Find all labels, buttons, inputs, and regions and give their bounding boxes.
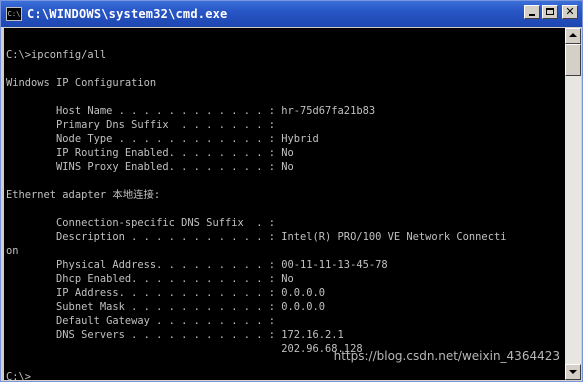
scroll-up-button[interactable] [565, 28, 581, 44]
title-bar[interactable]: C:\ C:\WINDOWS\system32\cmd.exe ✕ [1, 1, 582, 27]
window-title: C:\WINDOWS\system32\cmd.exe [27, 7, 228, 21]
console-line: Description . . . . . . . . . . . : Inte… [6, 231, 507, 243]
vertical-scrollbar[interactable] [565, 28, 581, 380]
console-line: on [6, 245, 19, 257]
console-line: IP Address. . . . . . . . . . . . : 0.0.… [6, 287, 326, 299]
maximize-icon [546, 8, 554, 15]
scrollbar-thumb[interactable] [565, 44, 581, 76]
console-line: DNS Servers . . . . . . . . . . . : 172.… [6, 329, 344, 341]
console-line: Default Gateway . . . . . . . . . : [6, 315, 275, 327]
close-button[interactable]: ✕ [562, 5, 578, 19]
console-line: Host Name . . . . . . . . . . . . : hr-7… [6, 105, 376, 117]
console-output[interactable]: C:\>ipconfig/all Windows IP Configuration… [4, 28, 565, 380]
console-line: Physical Address. . . . . . . . . : 00-1… [6, 259, 388, 271]
console-line: Primary Dns Suffix . . . . . . . : [6, 119, 275, 131]
console-line: Connection-specific DNS Suffix . : [6, 217, 275, 229]
window-controls: ✕ [524, 5, 578, 19]
console-line: Ethernet adapter 本地连接: [6, 189, 161, 201]
minimize-button[interactable] [524, 5, 540, 19]
cmd-icon[interactable]: C:\ [6, 7, 22, 21]
console-line: Subnet Mask . . . . . . . . . . . : 0.0.… [6, 301, 326, 313]
arrow-up-icon [569, 33, 577, 37]
console-line: Node Type . . . . . . . . . . . . : Hybr… [6, 133, 319, 145]
minimize-icon [529, 14, 535, 16]
console-line: Windows IP Configuration [6, 77, 157, 89]
console-line: Dhcp Enabled. . . . . . . . . . . : No [6, 273, 294, 285]
console-line: C:\> [6, 371, 32, 380]
console-line: IP Routing Enabled. . . . . . . . : No [6, 147, 294, 159]
cmd-window: C:\ C:\WINDOWS\system32\cmd.exe ✕ C:\>ip… [0, 0, 583, 382]
close-icon: ✕ [565, 5, 575, 18]
watermark: https://blog.csdn.net/weixin_4364423 [333, 349, 560, 363]
scroll-down-button[interactable] [565, 364, 581, 380]
maximize-button[interactable] [542, 5, 558, 19]
console-line: WINS Proxy Enabled. . . . . . . . : No [6, 161, 294, 173]
arrow-down-icon [569, 370, 577, 374]
console-line: C:\>ipconfig/all [6, 49, 107, 61]
console-line: 202.96.68.128 [6, 343, 363, 355]
